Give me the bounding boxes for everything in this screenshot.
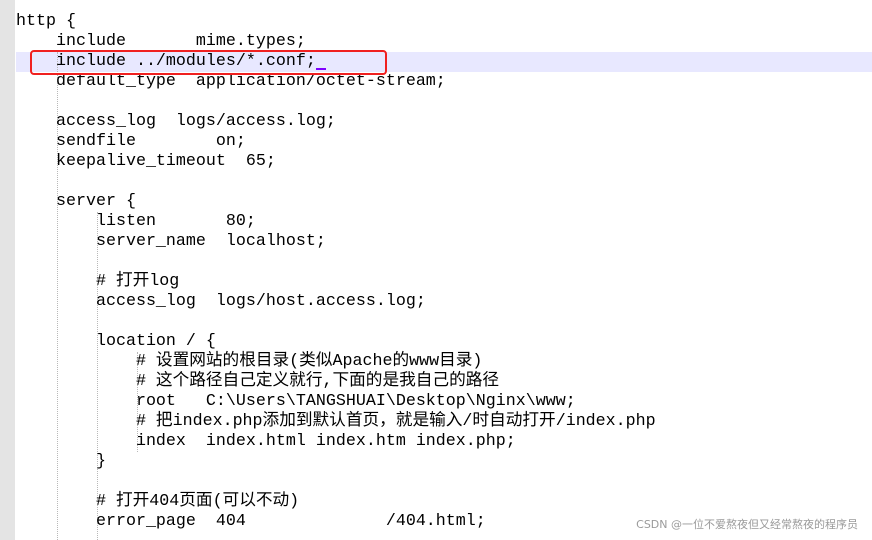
code-line[interactable]: access_log logs/access.log; xyxy=(16,112,656,132)
code-line[interactable]: index index.html index.htm index.php; xyxy=(16,432,656,452)
code-line[interactable]: root C:\Users\TANGSHUAI\Desktop\Nginx\ww… xyxy=(16,392,656,412)
code-line[interactable]: # 这个路径自己定义就行,下面的是我自己的路径 xyxy=(16,372,656,392)
code-line[interactable]: # 打开404页面(可以不动) xyxy=(16,492,656,512)
code-line[interactable]: http { xyxy=(16,12,656,32)
code-line[interactable]: # 打开log xyxy=(16,272,656,292)
code-line[interactable] xyxy=(16,252,656,272)
code-line[interactable] xyxy=(16,92,656,112)
code-editor[interactable]: http { include mime.types; include ../mo… xyxy=(16,12,656,532)
code-line[interactable]: keepalive_timeout 65; xyxy=(16,152,656,172)
code-line[interactable]: include mime.types; xyxy=(16,32,656,52)
code-line[interactable]: default_type application/octet-stream; xyxy=(16,72,656,92)
editor-gutter xyxy=(0,0,15,540)
code-line[interactable]: # 把index.php添加到默认首页，就是输入/时自动打开/index.php xyxy=(16,412,656,432)
watermark: CSDN @一位不爱熬夜但又经常熬夜的程序员 xyxy=(636,518,858,531)
code-line[interactable]: error_page 404 /404.html; xyxy=(16,512,656,532)
code-line[interactable] xyxy=(16,172,656,192)
code-line[interactable] xyxy=(16,312,656,332)
code-line[interactable]: location / { xyxy=(16,332,656,352)
code-line[interactable]: } xyxy=(16,452,656,472)
code-line[interactable]: sendfile on; xyxy=(16,132,656,152)
code-line[interactable]: listen 80; xyxy=(16,212,656,232)
code-line[interactable]: access_log logs/host.access.log; xyxy=(16,292,656,312)
annotation-highlight-box xyxy=(30,50,387,75)
code-line[interactable]: server { xyxy=(16,192,656,212)
code-line[interactable]: # 设置网站的根目录(类似Apache的www目录) xyxy=(16,352,656,372)
code-line[interactable] xyxy=(16,472,656,492)
code-line[interactable]: server_name localhost; xyxy=(16,232,656,252)
